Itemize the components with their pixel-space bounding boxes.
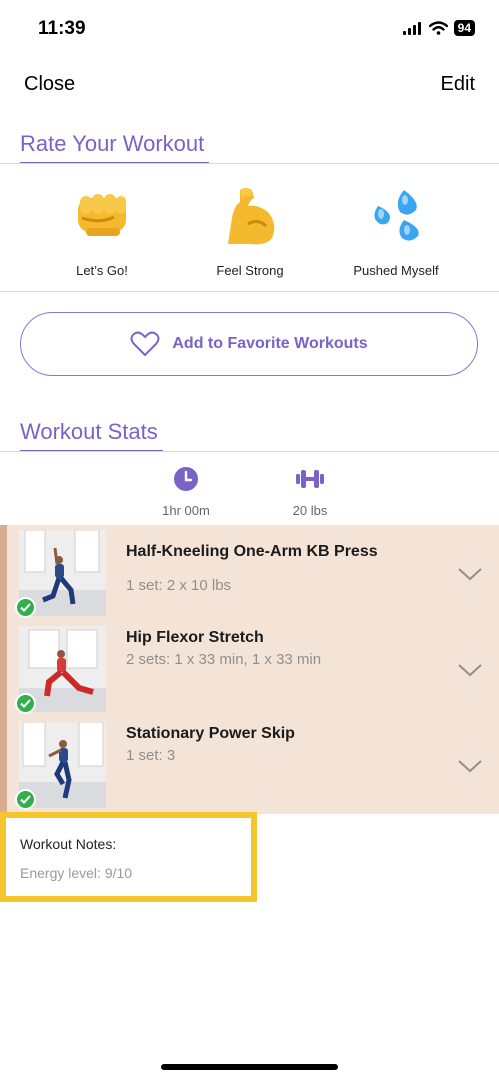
add-to-favorites-label: Add to Favorite Workouts <box>172 335 368 352</box>
chevron-down-icon[interactable] <box>457 758 483 774</box>
exercise-row[interactable]: Stationary Power Skip 1 set: 3 <box>0 716 499 812</box>
cellular-signal-icon <box>402 21 421 35</box>
fist-emoji-icon <box>78 194 126 236</box>
flexed-biceps-emoji-icon <box>228 188 275 245</box>
chevron-down-icon[interactable] <box>457 566 483 582</box>
divider <box>0 291 499 292</box>
rate-option-label: Let’s Go! <box>76 263 128 278</box>
rate-option-lets-go[interactable]: Let’s Go! <box>37 184 167 278</box>
dumbbell-icon <box>296 470 324 488</box>
home-indicator[interactable] <box>161 1064 338 1070</box>
completed-check-icon <box>15 789 36 810</box>
close-button[interactable]: Close <box>24 73 75 96</box>
rate-option-pushed-myself[interactable]: Pushed Myself <box>331 184 461 278</box>
rate-option-feel-strong[interactable]: Feel Strong <box>185 184 315 278</box>
rate-section-title: Rate Your Workout <box>20 131 205 156</box>
workout-notes-value: Energy level: 9/10 <box>20 865 133 881</box>
rate-option-label: Pushed Myself <box>353 263 439 278</box>
wifi-icon <box>428 21 448 35</box>
completed-check-icon <box>15 693 36 714</box>
battery-icon: 94 <box>453 20 475 36</box>
heart-icon <box>130 331 160 357</box>
exercise-name: Stationary Power Skip <box>126 725 295 742</box>
divider <box>0 163 499 164</box>
clock-icon <box>174 467 198 491</box>
status-time: 11:39 <box>38 18 86 39</box>
workout-notes-title: Workout Notes: <box>20 836 117 852</box>
exercise-detail: 2 sets: 1 x 33 min, 1 x 33 min <box>126 651 322 668</box>
stat-weight: 20 lbs <box>265 466 355 518</box>
sweat-droplets-emoji-icon <box>374 190 419 241</box>
stats-section-title: Workout Stats <box>20 419 158 444</box>
stat-duration-value: 1hr 00m <box>162 503 210 518</box>
rate-option-label: Feel Strong <box>216 263 284 278</box>
exercise-detail: 1 set: 2 x 10 lbs <box>126 577 232 594</box>
exercise-detail: 1 set: 3 <box>126 747 176 764</box>
completed-check-icon <box>15 597 36 618</box>
exercise-row[interactable]: Half-Kneeling One-Arm KB Press 1 set: 2 … <box>0 524 499 620</box>
exercise-name: Hip Flexor Stretch <box>126 629 264 646</box>
exercise-row[interactable]: Hip Flexor Stretch 2 sets: 1 x 33 min, 1… <box>0 620 499 716</box>
stat-weight-value: 20 lbs <box>292 503 328 518</box>
status-icons: 94 <box>402 20 475 36</box>
divider <box>0 451 499 452</box>
edit-button[interactable]: Edit <box>441 73 475 96</box>
add-to-favorites-button[interactable]: Add to Favorite Workouts <box>20 312 478 376</box>
workout-notes[interactable]: Workout Notes: Energy level: 9/10 <box>0 812 257 902</box>
chevron-down-icon[interactable] <box>457 662 483 678</box>
stat-duration: 1hr 00m <box>141 466 231 518</box>
exercise-name: Half-Kneeling One-Arm KB Press <box>126 543 378 560</box>
